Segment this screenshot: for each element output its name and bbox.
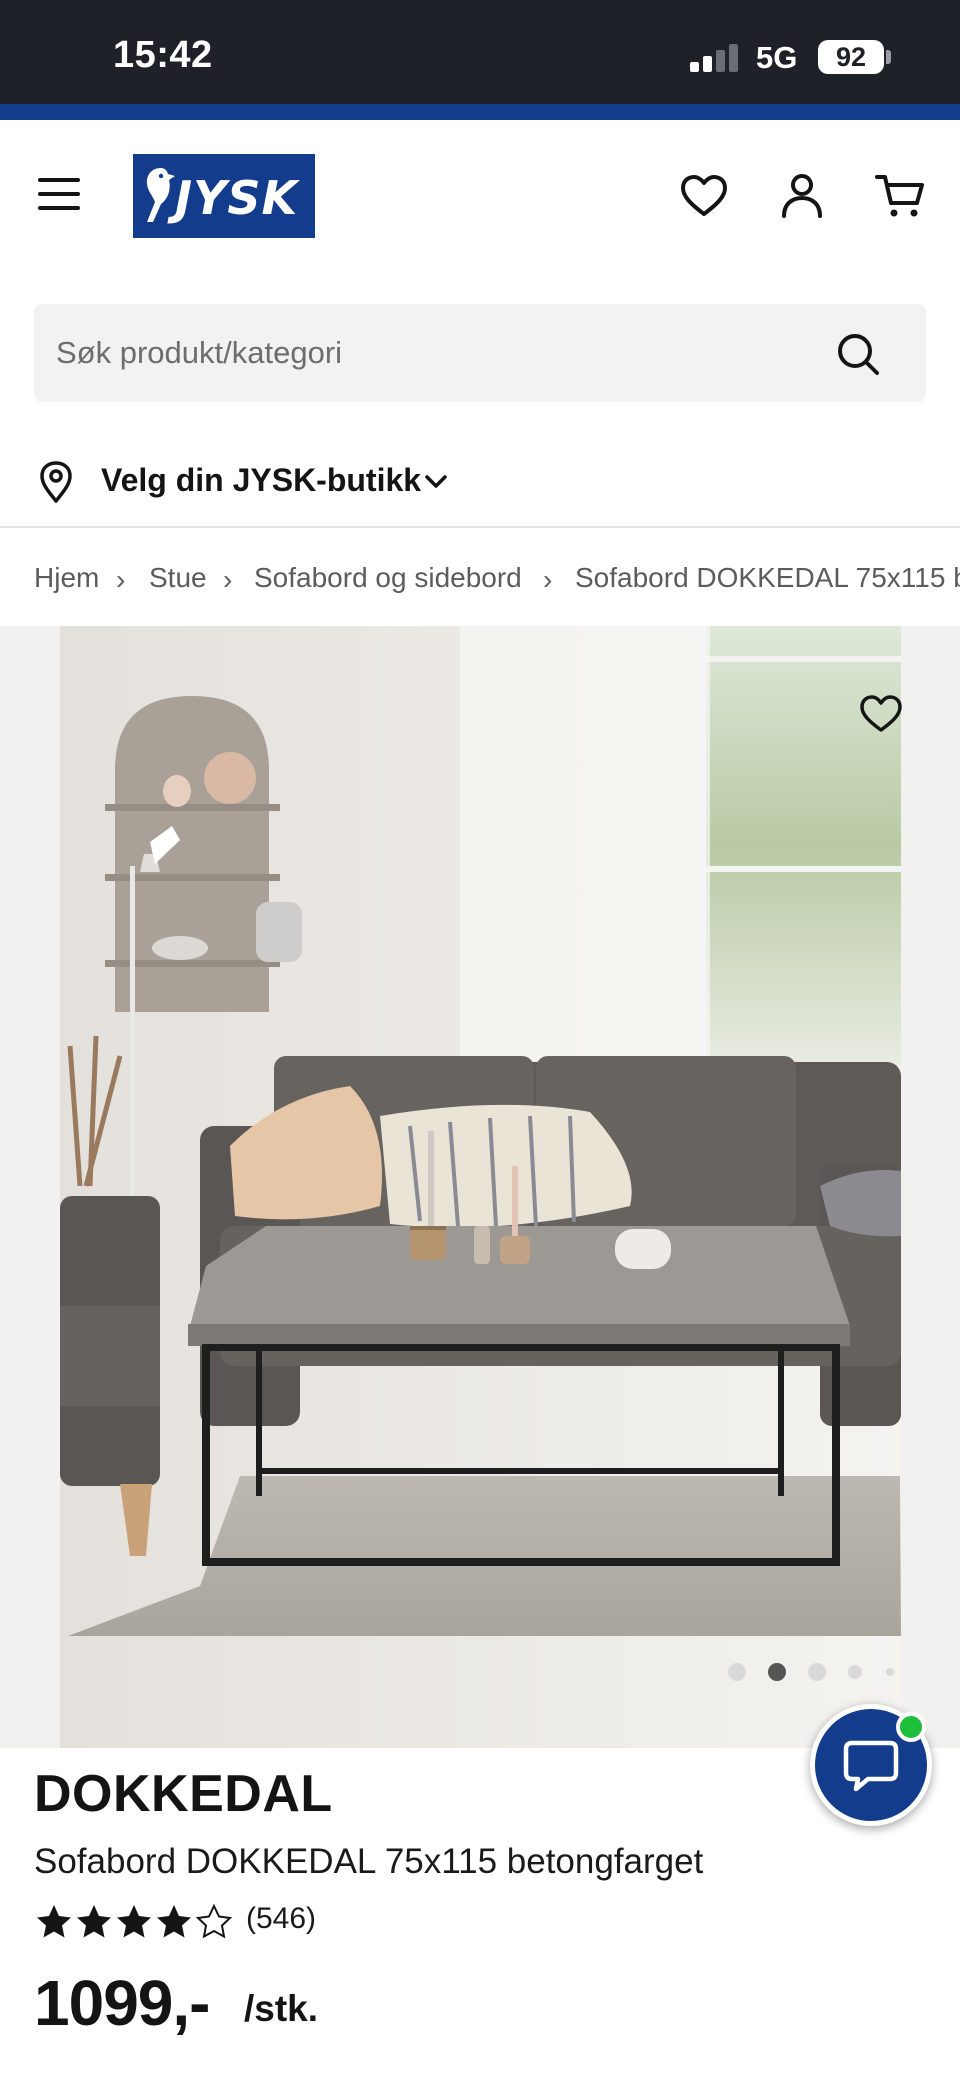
star-icon bbox=[37, 1905, 71, 1938]
store-selector[interactable]: Velg din JYSK-butikk bbox=[0, 440, 960, 528]
cart-icon[interactable] bbox=[874, 170, 926, 222]
menu-icon[interactable] bbox=[38, 178, 84, 212]
gallery-dot-active[interactable] bbox=[768, 1663, 786, 1681]
heart-icon[interactable] bbox=[678, 170, 730, 222]
star-outline-icon bbox=[195, 1903, 233, 1939]
star-icon bbox=[157, 1905, 191, 1938]
breadcrumb-separator: › bbox=[223, 564, 233, 595]
breadcrumb-home[interactable]: Hjem bbox=[34, 562, 99, 594]
breadcrumb: Hjem › Stue › Sofabord og sidebord › Sof… bbox=[0, 528, 960, 626]
gallery-pagination bbox=[726, 1663, 906, 1683]
store-label: Velg din JYSK-butikk bbox=[101, 462, 422, 498]
gallery-dot[interactable] bbox=[728, 1663, 746, 1681]
breadcrumb-current: Sofabord DOKKEDAL 75x115 betongfarget bbox=[575, 562, 960, 593]
search-input[interactable] bbox=[56, 304, 816, 402]
online-status-badge bbox=[896, 1712, 926, 1742]
add-to-wishlist-heart-icon[interactable] bbox=[857, 692, 905, 736]
product-price: 1099,- bbox=[34, 1967, 210, 2039]
battery-icon: 92 bbox=[818, 40, 884, 74]
location-pin-icon bbox=[38, 460, 74, 504]
search-bar bbox=[34, 304, 926, 402]
breadcrumb-separator: › bbox=[116, 564, 126, 595]
network-type: 5G bbox=[756, 40, 798, 75]
star-icon bbox=[77, 1905, 111, 1938]
breadcrumb-stue[interactable]: Stue bbox=[149, 562, 207, 594]
breadcrumb-separator: › bbox=[543, 564, 553, 595]
review-count[interactable]: (546) bbox=[246, 1902, 316, 1936]
gallery-dot[interactable] bbox=[886, 1668, 894, 1676]
status-time: 15:42 bbox=[113, 34, 213, 76]
rating-stars[interactable] bbox=[34, 1902, 234, 1942]
logo-text: JYSK bbox=[175, 171, 299, 225]
battery-tip bbox=[886, 50, 891, 64]
gallery-dot[interactable] bbox=[808, 1663, 826, 1681]
product-brand: DOKKEDAL bbox=[34, 1765, 333, 1823]
jysk-logo[interactable]: JYSK bbox=[133, 154, 315, 238]
site-header: JYSK bbox=[0, 120, 960, 270]
brand-strip bbox=[0, 104, 960, 120]
star-icon bbox=[117, 1905, 151, 1938]
product-gallery[interactable] bbox=[0, 626, 960, 1748]
product-image[interactable] bbox=[60, 626, 901, 1748]
chevron-down-icon bbox=[422, 468, 450, 496]
product-title: Sofabord DOKKEDAL 75x115 betongfarget bbox=[34, 1842, 704, 1881]
user-icon[interactable] bbox=[776, 170, 828, 222]
signal-icon bbox=[690, 42, 742, 72]
price-unit: /stk. bbox=[244, 1988, 319, 2029]
breadcrumb-category[interactable]: Sofabord og sidebord bbox=[254, 562, 522, 594]
status-bar: 15:42 5G 92 bbox=[0, 0, 960, 104]
search-icon[interactable] bbox=[836, 332, 880, 376]
gallery-dot[interactable] bbox=[848, 1665, 862, 1679]
chat-icon bbox=[843, 1740, 899, 1792]
